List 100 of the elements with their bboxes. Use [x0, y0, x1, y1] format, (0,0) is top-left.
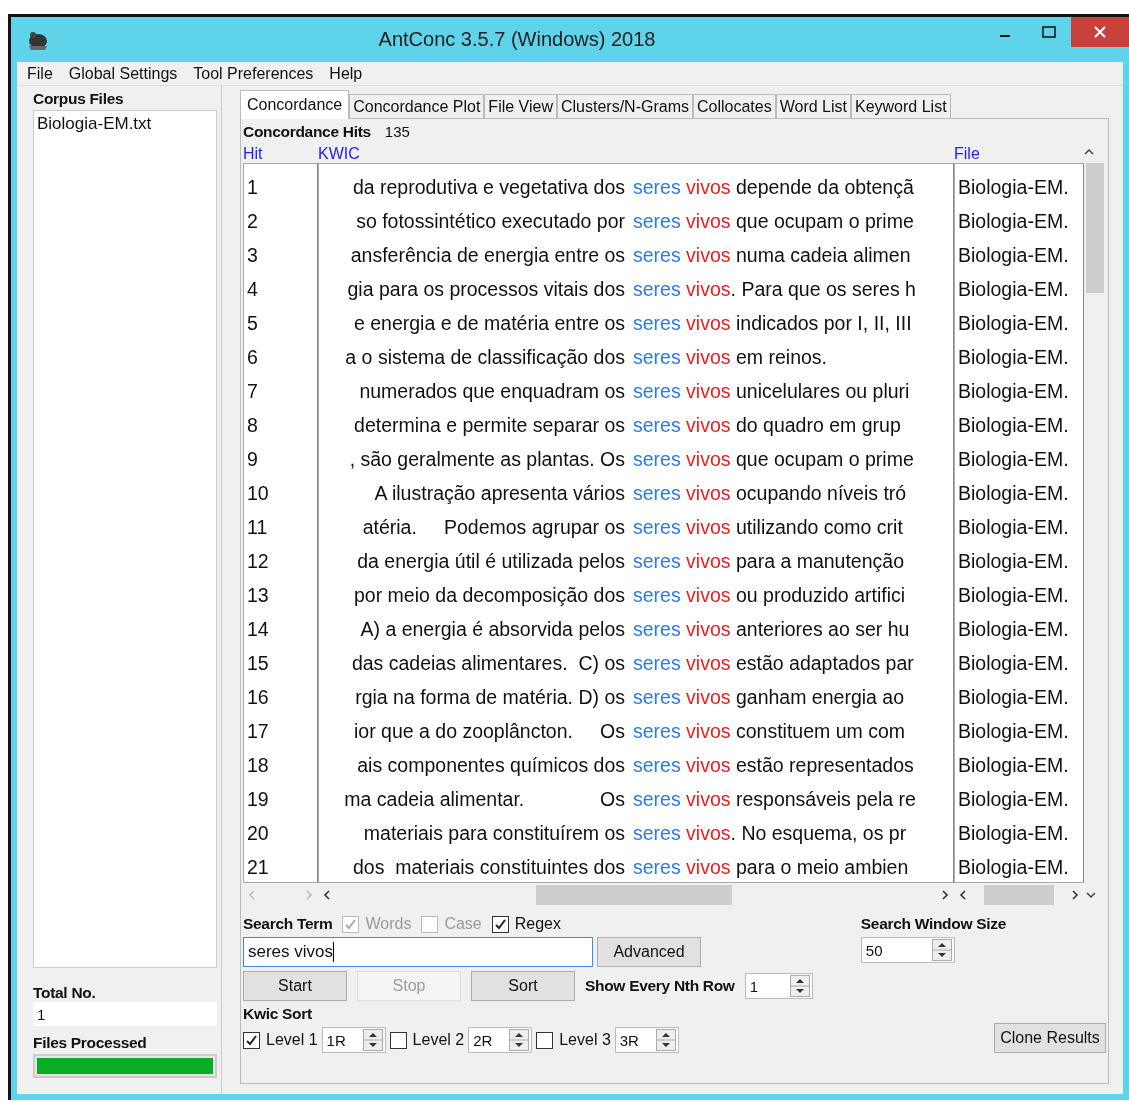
file-name: Biologia-EM. — [957, 345, 1070, 370]
right-context: ganham energia ao — [734, 685, 905, 710]
action-button[interactable]: Sort — [471, 971, 575, 1001]
close-button[interactable] — [1071, 17, 1129, 47]
left-context: gia para os processos vitais dos — [346, 277, 626, 302]
level-spinner[interactable]: 3R — [614, 1027, 679, 1053]
hit-number: 18 — [246, 753, 270, 778]
left-context: da energia útil é utilizada pelos — [356, 549, 626, 574]
left-context: ais componentes químicos dos — [356, 753, 626, 778]
search-field[interactable]: seres vivos — [243, 937, 593, 967]
hit-number: 12 — [246, 549, 270, 574]
spin-arrows-icon[interactable] — [655, 1029, 676, 1051]
keyword: seres vivos — [633, 549, 731, 574]
right-context: . Para que os seres h — [730, 277, 917, 302]
file-name: Biologia-EM. — [957, 243, 1070, 268]
tab[interactable]: Word List — [775, 94, 851, 119]
scroll-thumb[interactable] — [1086, 163, 1104, 293]
left-context: A ilustração apresenta vários — [373, 481, 626, 506]
hit-number: 9 — [246, 447, 259, 472]
menu-item[interactable]: Global Settings — [62, 65, 184, 83]
left-context: atéria. Podemos agrupar os — [361, 515, 626, 540]
tab[interactable]: Clusters/N-Grams — [557, 94, 693, 119]
left-context: dos materiais constituintes dos — [351, 855, 626, 880]
hit-number: 21 — [246, 855, 270, 880]
nth-row-spinner[interactable]: 1 — [744, 973, 813, 999]
left-context: rgia na forma de matéria. D) os — [354, 685, 626, 710]
hit-number: 5 — [246, 311, 259, 336]
menu-item[interactable]: Tool Preferences — [187, 65, 320, 83]
right-context: para a manutenção — [734, 549, 905, 574]
right-context: ou produzido artifici — [734, 583, 907, 608]
hits-label: Concordance Hits — [243, 123, 371, 141]
level-spinner[interactable]: 1R — [321, 1027, 386, 1053]
tab[interactable]: Collocates — [693, 94, 776, 119]
corpus-file-item[interactable]: Biologia-EM.txt — [37, 114, 213, 134]
clone-results-button[interactable]: Clone Results — [994, 1023, 1106, 1053]
scroll-thumb[interactable] — [984, 885, 1054, 905]
keyword: seres vivos — [633, 243, 731, 268]
file-name: Biologia-EM. — [957, 617, 1070, 642]
maximize-icon — [1042, 26, 1056, 38]
file-name: Biologia-EM. — [957, 175, 1070, 200]
menu-item[interactable]: Help — [323, 65, 369, 83]
file-name: Biologia-EM. — [957, 481, 1070, 506]
menu-item[interactable]: File — [21, 65, 59, 83]
nth-row-label: Show Every Nth Row — [585, 977, 735, 995]
left-context: e energia e de matéria entre os — [353, 311, 626, 336]
files-processed-label: Files Processed — [33, 1034, 148, 1052]
checkbox[interactable]: Regex — [491, 915, 561, 933]
spin-arrows-icon[interactable] — [931, 939, 952, 961]
right-context: do quadro em grup — [734, 413, 902, 438]
scroll-right-icon[interactable] — [1070, 889, 1080, 901]
file-name: Biologia-EM. — [957, 515, 1070, 540]
right-context: ocupando níveis tró — [734, 481, 908, 506]
window-size-spinner[interactable]: 50 — [860, 937, 955, 963]
scroll-left-icon[interactable] — [322, 889, 332, 901]
hit-number: 19 — [246, 787, 270, 812]
keyword: seres vivos — [633, 515, 731, 540]
right-context: anteriores ao ser hu — [734, 617, 911, 642]
keyword: seres vivos — [633, 447, 731, 472]
file-name: Biologia-EM. — [957, 413, 1070, 438]
left-context: por meio da decomposição dos — [353, 583, 626, 608]
level-spinner[interactable]: 2R — [468, 1027, 533, 1053]
tab[interactable]: Concordance Plot — [349, 94, 485, 119]
tab[interactable]: Concordance — [240, 90, 350, 119]
keyword: seres vivos — [633, 821, 731, 846]
scroll-right-icon[interactable] — [940, 889, 950, 901]
action-button[interactable]: Start — [243, 971, 347, 1001]
scroll-thumb[interactable] — [536, 885, 732, 905]
right-context: unicelulares ou pluri — [734, 379, 911, 404]
keyword: seres vivos — [633, 651, 731, 676]
file-name: Biologia-EM. — [957, 583, 1070, 608]
hit-number: 8 — [246, 413, 259, 438]
column-header[interactable]: Hit — [243, 145, 318, 163]
right-context: constituem um com — [734, 719, 907, 744]
search-term-label: Search Term — [243, 915, 333, 933]
kwic-sort-label: Kwic Sort — [243, 1005, 313, 1023]
checkbox[interactable]: Level 2 — [389, 1031, 465, 1049]
column-header[interactable]: File — [954, 145, 1082, 163]
right-context: que ocupam o prime — [734, 209, 915, 234]
keyword: seres vivos — [633, 175, 731, 200]
checkbox[interactable]: Level 3 — [536, 1031, 611, 1049]
scroll-left-icon[interactable] — [958, 889, 968, 901]
window-title: AntConc 3.5.7 (Windows) 2018 — [377, 28, 657, 51]
spin-arrows-icon[interactable] — [362, 1029, 383, 1051]
tab[interactable]: Keyword List — [851, 94, 951, 119]
hit-number: 10 — [246, 481, 270, 506]
tab[interactable]: File View — [484, 94, 557, 119]
advanced-button[interactable]: Advanced — [597, 937, 701, 967]
right-context: responsáveis pela re — [734, 787, 917, 812]
left-context: determina e permite separar os — [353, 413, 626, 438]
checkbox[interactable]: Level 1 — [243, 1031, 318, 1049]
left-context: numerados que enquadram os — [358, 379, 626, 404]
column-header[interactable]: KWIC — [318, 145, 954, 163]
spin-arrows-icon[interactable] — [509, 1029, 530, 1051]
left-context: da reprodutiva e vegetativa dos — [351, 175, 626, 200]
file-name: Biologia-EM. — [957, 753, 1070, 778]
file-name: Biologia-EM. — [957, 787, 1070, 812]
spin-arrows-icon[interactable] — [789, 975, 810, 997]
hit-number: 15 — [246, 651, 270, 676]
hit-number: 6 — [246, 345, 259, 370]
left-context: , são geralmente as plantas. Os — [348, 447, 626, 472]
